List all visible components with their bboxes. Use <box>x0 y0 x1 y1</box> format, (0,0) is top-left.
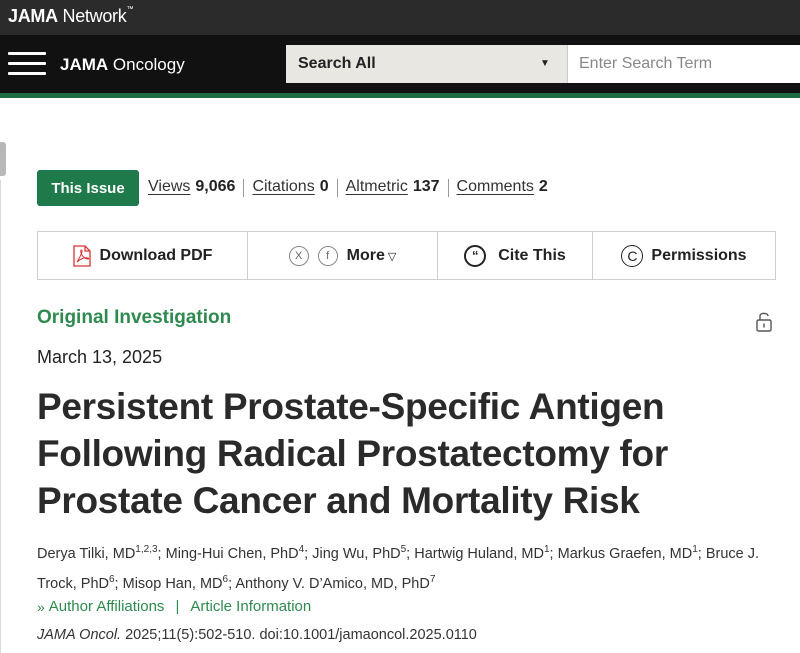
menu-icon[interactable] <box>8 52 46 76</box>
triangle-down-icon: ▽ <box>387 250 397 263</box>
author[interactable]: Ming-Hui Chen, PhD4 <box>166 544 305 562</box>
article-links: » Author Affiliations | Article Informat… <box>37 598 311 615</box>
double-chevron-right-icon: » <box>37 598 45 615</box>
network-bar: JAMA Network™ <box>0 0 800 35</box>
journal-header: JAMA Oncology Search All ▼ <box>0 35 800 93</box>
permissions-button[interactable]: C Permissions <box>593 232 775 279</box>
metric-label[interactable]: Citations <box>252 178 314 196</box>
network-logo-bold: JAMA <box>8 6 58 26</box>
download-pdf-button[interactable]: Download PDF <box>38 232 248 279</box>
metric-value: 137 <box>412 178 440 195</box>
metric-label[interactable]: Views <box>148 178 190 196</box>
divider <box>447 179 449 197</box>
left-divider <box>0 180 1 653</box>
article-toolbar: Download PDF X f More ▽ “ Cite This C Per… <box>37 231 776 280</box>
metric-altmetric[interactable]: Altmetric 137 <box>346 178 440 197</box>
trademark: ™ <box>126 6 134 13</box>
citation-details: 2025;11(5):502-510. doi:10.1001/jamaonco… <box>121 627 477 643</box>
permissions-label: Permissions <box>651 246 747 264</box>
article-title: Persistent Prostate-Specific Antigen Fol… <box>37 386 668 521</box>
open-access-lock-icon <box>756 312 772 332</box>
jama-network-logo[interactable]: JAMA Network™ <box>8 6 133 27</box>
article-metrics: Views 9,066 Citations 0 Altmetric 137 Co… <box>148 178 548 197</box>
quote-icon: “ <box>464 244 487 267</box>
cite-label: Cite This <box>498 246 566 264</box>
author-list: Derya Tilki, MD1,2,3; Ming-Hui Chen, PhD… <box>37 544 759 592</box>
search-bar: Search All ▼ <box>286 45 800 83</box>
search-scope-select[interactable]: Search All ▼ <box>286 45 568 83</box>
download-pdf-label: Download PDF <box>99 246 213 264</box>
publication-date: March 13, 2025 <box>37 347 163 367</box>
citation-line: JAMA Oncol. 2025;11(5):502-510. doi:10.1… <box>37 627 477 643</box>
copyright-icon: C <box>621 244 644 267</box>
metric-value: 0 <box>319 178 329 195</box>
this-issue-button[interactable]: This Issue <box>37 170 139 206</box>
article-information-link[interactable]: Article Information <box>190 598 311 615</box>
journal-name-bold: JAMA <box>60 55 109 74</box>
scroll-handle[interactable] <box>0 142 6 176</box>
author-affiliations-link[interactable]: Author Affiliations <box>49 598 165 615</box>
share-more-group: X f More ▽ <box>248 232 438 279</box>
facebook-share-icon[interactable]: f <box>317 245 338 266</box>
metric-citations[interactable]: Citations 0 <box>252 178 328 197</box>
x-share-icon[interactable]: X <box>288 245 309 266</box>
journal-logo[interactable]: JAMA Oncology <box>60 55 185 75</box>
author[interactable]: Markus Graefen, MD1 <box>558 544 698 562</box>
author[interactable]: Anthony V. D’Amico, MD, PhD7 <box>235 574 435 592</box>
divider <box>243 179 245 197</box>
citation-journal: JAMA Oncol. <box>37 627 122 643</box>
divider <box>336 179 338 197</box>
more-button[interactable]: More ▽ <box>347 247 397 265</box>
author[interactable]: Misop Han, MD6 <box>123 574 228 592</box>
metric-label[interactable]: Comments <box>457 178 534 196</box>
article-type: Original Investigation <box>37 307 232 328</box>
network-logo-rest: Network <box>57 6 127 26</box>
cite-this-button[interactable]: “ Cite This <box>438 232 593 279</box>
search-scope-label: Search All <box>298 55 376 72</box>
header-divider <box>0 93 800 98</box>
pdf-icon <box>72 244 91 267</box>
metric-views[interactable]: Views 9,066 <box>148 178 235 197</box>
metric-value: 9,066 <box>195 178 236 195</box>
metric-value: 2 <box>538 178 548 195</box>
author[interactable]: Hartwig Huland, MD1 <box>414 544 549 562</box>
author[interactable]: Derya Tilki, MD1,2,3 <box>37 544 158 562</box>
metric-label[interactable]: Altmetric <box>346 178 408 196</box>
metric-comments[interactable]: Comments 2 <box>457 178 548 197</box>
journal-name-rest: Oncology <box>108 55 185 74</box>
author[interactable]: Jing Wu, PhD5 <box>312 544 406 562</box>
divider: | <box>175 598 180 615</box>
caret-down-icon: ▼ <box>540 58 550 69</box>
more-label: More <box>346 246 385 264</box>
search-input[interactable] <box>569 45 800 83</box>
